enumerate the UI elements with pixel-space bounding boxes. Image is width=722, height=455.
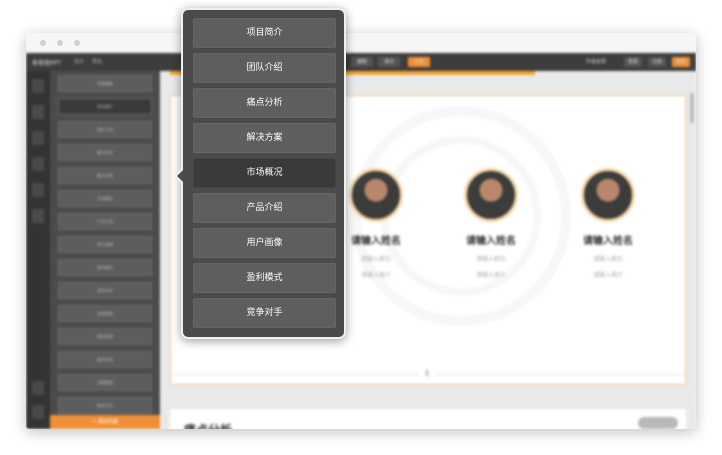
chart-icon[interactable] [32,183,44,197]
slide-thumb[interactable]: 发展规划 [58,305,152,322]
slide-thumb[interactable]: 市场概况 [58,190,152,207]
save-button[interactable]: 保存 [672,57,690,67]
settings-icon[interactable] [32,381,44,395]
popup-arrow-fill [177,169,184,183]
avatar[interactable] [464,168,518,222]
member-role[interactable]: 请输入职位 [336,254,416,263]
help-icon[interactable] [32,405,44,419]
team-member-card[interactable]: 请输入姓名 请输入职位 请输入简介 [568,168,648,279]
member-name[interactable]: 请输入姓名 [451,232,531,247]
slide-thumb[interactable]: 解决方案 [58,167,152,184]
slide-thumb[interactable]: 封面模板 [58,75,152,92]
upgrade-badge[interactable]: 升级会员 [584,57,608,67]
slide-thumb[interactable]: 融资计划 [58,351,152,368]
menu-item-pain-points[interactable]: 痛点分析 [193,88,336,118]
team-member-card[interactable]: 请输入姓名 请输入职位 请输入简介 [336,168,416,279]
drag-handle-icon[interactable]: ⇕ [419,366,435,382]
slide-thumb[interactable]: 运营数据 [58,374,152,391]
menu-item-project-intro[interactable]: 项目简介 [193,18,336,48]
window-dot-icon[interactable] [74,40,80,46]
menu-item-team-intro[interactable]: 团队介绍 [193,53,336,83]
member-name[interactable]: 请输入姓名 [568,232,648,247]
slide-type-popup: 项目简介 团队介绍 痛点分析 解决方案 市场概况 产品介绍 用户画像 盈利模式 … [174,8,346,339]
avatar[interactable] [349,168,403,222]
member-name[interactable]: 请输入姓名 [336,232,416,247]
slide-thumbnail-panel: 封面模板 项目简介 团队介绍 痛点分析 解决方案 市场概况 产品介绍 用户画像 … [50,71,160,429]
menu-item-user-persona[interactable]: 用户画像 [193,228,336,258]
image-icon[interactable] [32,131,44,145]
text-icon[interactable] [32,105,44,119]
member-role[interactable]: 请输入职位 [568,254,648,263]
slide-thumb[interactable]: 竞争对手 [58,282,152,299]
member-desc[interactable]: 请输入简介 [451,270,531,279]
tab-edit[interactable]: 编辑 [351,57,373,67]
menu-item-competitors[interactable]: 竞争对手 [193,298,336,328]
window-dot-icon[interactable] [40,40,46,46]
member-desc[interactable]: 请输入简介 [336,270,416,279]
tab-share[interactable]: 分享 [408,57,430,67]
member-desc[interactable]: 请输入简介 [568,270,648,279]
tool-rail [26,71,50,429]
team-member-card[interactable]: 请输入姓名 请输入职位 请输入简介 [451,168,531,279]
slide-thumb[interactable]: 团队介绍 [58,121,152,138]
canvas-scrollbar[interactable] [690,93,694,123]
slide-thumb[interactable]: 联系方式 [58,397,152,414]
slide-thumb[interactable]: 痛点分析 [58,144,152,161]
menu-item-solution[interactable]: 解决方案 [193,123,336,153]
slide-thumb[interactable]: 财务预测 [58,328,152,345]
add-slide-button[interactable]: + 添加页面 [50,415,160,429]
screen: 鱼骨图PPT 设计 导出 编辑 演示 分享 升级会员 登录 注册 保存 封面模板… [0,0,722,455]
slide-options-button[interactable] [638,417,678,429]
window-chrome [26,33,696,53]
menu-item-product-intro[interactable]: 产品介绍 [193,193,336,223]
tab-present[interactable]: 演示 [378,57,400,67]
top-toolbar: 鱼骨图PPT 设计 导出 编辑 演示 分享 升级会员 登录 注册 保存 [26,53,696,71]
menu-item-business-model[interactable]: 盈利模式 [193,263,336,293]
menu-export[interactable]: 导出 [92,58,102,65]
login-button[interactable]: 登录 [624,57,642,67]
window-dot-icon[interactable] [57,40,63,46]
app-window: 鱼骨图PPT 设计 导出 编辑 演示 分享 升级会员 登录 注册 保存 封面模板… [26,33,696,429]
menu-design[interactable]: 设计 [74,58,84,65]
member-role[interactable]: 请输入职位 [451,254,531,263]
register-button[interactable]: 注册 [648,57,666,67]
slide-thumb[interactable]: 用户画像 [58,236,152,253]
avatar[interactable] [581,168,635,222]
app-logo: 鱼骨图PPT [32,60,61,67]
slide-thumb[interactable]: 盈利模式 [58,259,152,276]
menu-item-market-overview[interactable]: 市场概况 [193,158,336,188]
slide-thumb[interactable]: 产品介绍 [58,213,152,230]
table-icon[interactable] [32,209,44,223]
slide-thumb[interactable]: 项目简介 [58,98,152,115]
pain-point-slide[interactable]: 痛点分析 [170,409,686,429]
shape-icon[interactable] [32,157,44,171]
template-icon[interactable] [32,79,44,93]
slide-title[interactable]: 痛点分析 [184,421,232,429]
